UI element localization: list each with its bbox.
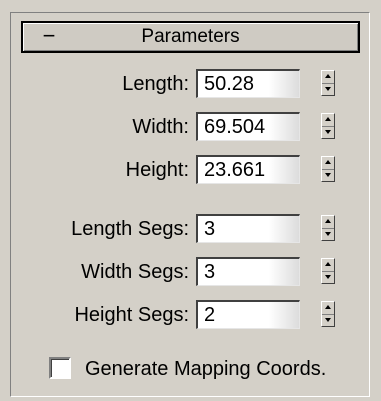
- length-segs-field[interactable]: [196, 214, 300, 243]
- width-segs-field[interactable]: [196, 257, 300, 286]
- spinner-down-icon[interactable]: [322, 169, 334, 181]
- width-segs-spinner[interactable]: [321, 258, 335, 284]
- height-field[interactable]: [196, 155, 300, 184]
- parameters-rollout-header[interactable]: − Parameters: [21, 21, 360, 53]
- width-row: Width:: [11, 111, 371, 143]
- rollout-title: Parameters: [141, 26, 240, 47]
- height-segs-label: Height Segs:: [74, 304, 189, 326]
- length-segs-label: Length Segs:: [71, 218, 189, 240]
- length-row: Length:: [11, 68, 371, 100]
- height-label: Height:: [125, 159, 189, 181]
- generate-mapping-coords-label: Generate Mapping Coords.: [85, 358, 327, 380]
- width-field[interactable]: [196, 112, 300, 141]
- spinner-down-icon[interactable]: [322, 228, 334, 240]
- height-segs-field[interactable]: [196, 300, 300, 329]
- spinner-down-icon[interactable]: [322, 314, 334, 326]
- length-segs-spinner[interactable]: [321, 215, 335, 241]
- spinner-down-icon[interactable]: [322, 271, 334, 283]
- height-spinner[interactable]: [321, 156, 335, 182]
- height-segs-row: Height Segs:: [11, 299, 371, 331]
- length-segs-row: Length Segs:: [11, 213, 371, 245]
- width-segs-row: Width Segs:: [11, 256, 371, 288]
- checkbox-icon[interactable]: [49, 357, 71, 379]
- parameters-panel: − Parameters Length: Width: Height: Leng…: [10, 12, 370, 397]
- width-spinner[interactable]: [321, 113, 335, 139]
- spinner-down-icon[interactable]: [322, 126, 334, 138]
- length-spinner[interactable]: [321, 70, 335, 96]
- collapse-icon[interactable]: −: [37, 24, 61, 50]
- length-label: Length:: [122, 73, 189, 95]
- height-row: Height:: [11, 154, 371, 186]
- length-field[interactable]: [196, 69, 300, 98]
- height-segs-spinner[interactable]: [321, 301, 335, 327]
- generate-mapping-coords-checkbox[interactable]: Generate Mapping Coords.: [49, 353, 349, 385]
- width-label: Width:: [132, 116, 189, 138]
- width-segs-label: Width Segs:: [81, 261, 189, 283]
- spinner-down-icon[interactable]: [322, 83, 334, 95]
